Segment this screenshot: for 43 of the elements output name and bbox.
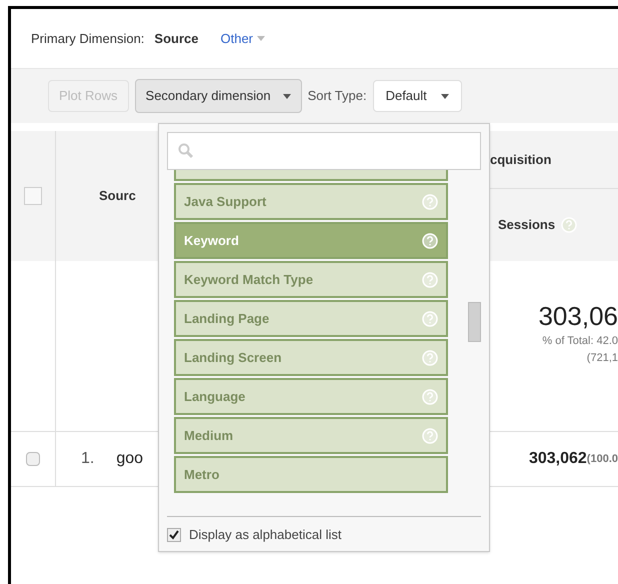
dimension-option[interactable]: Other [220, 28, 266, 48]
total-value: 303,06 [538, 303, 618, 329]
help-icon[interactable] [422, 232, 438, 248]
search-field[interactable] [167, 132, 481, 170]
dimension-item[interactable]: Landing Screen [174, 339, 448, 376]
caret-icon [440, 94, 449, 98]
row-checkbox[interactable] [26, 452, 40, 466]
help-icon[interactable] [422, 428, 438, 444]
help-icon[interactable] [422, 272, 438, 288]
primary-dimension-label: Primary Dimension: [31, 30, 144, 48]
dimension-item[interactable]: Landing Page [174, 300, 448, 337]
column-group-header: cquisition [490, 150, 552, 169]
dimension-item[interactable]: Medium [174, 417, 448, 454]
table-cell-text: 303,062 [528, 449, 587, 469]
list-item[interactable] [174, 170, 448, 181]
dimension-option[interactable]: Source [154, 28, 198, 48]
caret-icon [282, 94, 291, 98]
row-index: 1. [81, 449, 94, 469]
sort-type-label: Sort Type: [308, 87, 367, 106]
column-header: Sourc [99, 187, 136, 206]
dimension-item[interactable]: Java Support [174, 183, 448, 220]
caret-icon [257, 36, 266, 41]
dimension-item[interactable]: Keyword Match Type [174, 261, 448, 298]
search-icon [178, 143, 194, 159]
total-share: % of Total: 42.0 [542, 334, 618, 349]
secondary-dimension-button[interactable]: Secondary dimension [134, 79, 302, 113]
help-icon[interactable] [422, 350, 438, 366]
row-share: (100.0 [586, 452, 618, 467]
alphabetical-label: Display as alphabetical list [189, 526, 342, 544]
sort-type-select[interactable]: Default [372, 80, 462, 112]
dimension-item[interactable]: Metro [174, 456, 448, 493]
column-header: Sessions [498, 216, 556, 234]
help-icon[interactable] [422, 310, 438, 326]
dimension-item[interactable]: Language [174, 378, 448, 415]
total-count: (721,1 [586, 350, 618, 366]
scrollbar-thumb[interactable] [468, 302, 481, 342]
dimension-item[interactable]: Keyword [174, 222, 448, 259]
table-cell[interactable]: goo [116, 447, 144, 471]
help-icon[interactable] [422, 194, 438, 210]
help-icon[interactable] [422, 388, 438, 404]
select-all-checkbox[interactable] [24, 187, 42, 205]
help-icon[interactable] [561, 217, 578, 233]
alphabetical-checkbox[interactable] [167, 528, 181, 542]
